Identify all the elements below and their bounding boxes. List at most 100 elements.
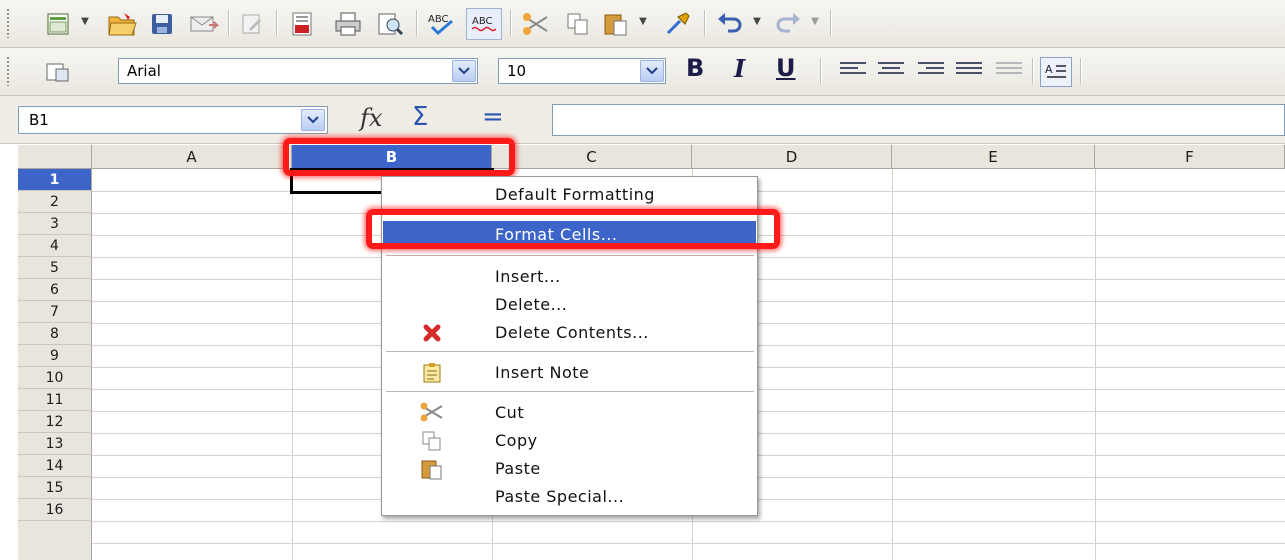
menu-item-paste[interactable]: Paste — [383, 455, 756, 483]
bold-button[interactable]: B — [686, 54, 704, 82]
row-header-filler — [18, 521, 92, 560]
menu-item-label: Default Formatting — [495, 185, 655, 204]
menu-item-label: Insert... — [495, 267, 561, 286]
email-document-icon[interactable] — [186, 8, 222, 40]
row-header-6[interactable]: 6 — [18, 279, 92, 301]
column-header-e[interactable]: E — [892, 145, 1095, 169]
menu-item-label: Copy — [495, 431, 538, 450]
menu-separator — [386, 391, 754, 392]
row-header-5[interactable]: 5 — [18, 257, 92, 279]
edit-file-icon[interactable] — [234, 8, 270, 40]
clone-formatting-icon[interactable] — [660, 8, 696, 40]
styles-formatting-icon[interactable] — [40, 56, 76, 88]
italic-button[interactable]: I — [734, 54, 745, 83]
chevron-down-icon[interactable] — [301, 109, 325, 131]
font-size-value: 10 — [507, 62, 527, 80]
copy-icon — [419, 429, 445, 453]
menu-item-default-formatting[interactable]: Default Formatting — [383, 181, 756, 209]
row-header-12[interactable]: 12 — [18, 411, 92, 433]
note-icon — [419, 361, 445, 385]
select-all-corner[interactable] — [18, 145, 92, 169]
formatting-toolbar: Arial 10 B I U A — [0, 48, 1285, 96]
new-document-icon[interactable] — [40, 8, 76, 40]
name-box[interactable]: B1 — [18, 106, 328, 134]
menu-item-delete-contents[interactable]: Delete Contents... — [383, 319, 756, 347]
menu-item-label: Paste — [495, 459, 541, 478]
export-pdf-icon[interactable] — [284, 8, 320, 40]
menu-item-insert-note[interactable]: Insert Note — [383, 359, 756, 387]
chevron-down-icon[interactable] — [640, 60, 664, 82]
row-header-7[interactable]: 7 — [18, 301, 92, 323]
row-header-2[interactable]: 2 — [18, 191, 92, 213]
gridline — [92, 543, 1285, 544]
function-button[interactable]: = — [482, 102, 504, 132]
underline-button[interactable]: U — [776, 54, 796, 82]
cut-icon[interactable] — [518, 8, 554, 40]
toolbar-grip[interactable] — [6, 8, 10, 38]
row-header-14[interactable]: 14 — [18, 455, 92, 477]
toolbar-grip[interactable] — [6, 56, 10, 86]
chevron-down-icon[interactable]: ▼ — [810, 16, 820, 27]
print-icon[interactable] — [330, 8, 366, 40]
menu-item-delete[interactable]: Delete... — [383, 291, 756, 319]
paste-icon — [419, 457, 445, 481]
menu-item-label: Delete... — [495, 295, 568, 314]
chevron-down-icon[interactable]: ▼ — [752, 16, 762, 27]
chevron-down-icon[interactable]: ▼ — [80, 16, 90, 27]
copy-icon[interactable] — [560, 8, 596, 40]
row-header-1[interactable]: 1 — [18, 169, 92, 191]
row-header-3[interactable]: 3 — [18, 213, 92, 235]
delete-x-icon — [419, 321, 445, 345]
cut-icon — [419, 401, 445, 425]
svg-text:A: A — [1045, 63, 1053, 76]
spellcheck-icon[interactable]: ABC — [424, 8, 460, 40]
align-left-icon[interactable] — [840, 62, 866, 80]
highlight-box — [366, 209, 780, 249]
menu-separator — [386, 255, 754, 256]
menu-item-copy[interactable]: Copy — [383, 427, 756, 455]
font-size-combo[interactable]: 10 — [498, 58, 666, 84]
font-name-combo[interactable]: Arial — [118, 58, 478, 84]
column-header-c[interactable]: C — [492, 145, 692, 169]
chevron-down-icon[interactable]: ▼ — [638, 16, 648, 27]
svg-text:ABC: ABC — [428, 14, 449, 25]
row-header-9[interactable]: 9 — [18, 345, 92, 367]
row-header-15[interactable]: 15 — [18, 477, 92, 499]
print-preview-icon[interactable] — [372, 8, 408, 40]
chevron-down-icon[interactable] — [452, 60, 476, 82]
font-name-value: Arial — [127, 62, 161, 80]
justify-icon[interactable] — [956, 62, 982, 80]
align-right-icon[interactable] — [918, 62, 944, 80]
wrap-text-icon[interactable]: A — [1040, 57, 1072, 87]
row-header-8[interactable]: 8 — [18, 323, 92, 345]
menu-item-paste-special[interactable]: Paste Special... — [383, 483, 756, 511]
menu-separator — [386, 351, 754, 352]
formula-input[interactable] — [552, 104, 1285, 136]
menu-item-cut[interactable]: Cut — [383, 399, 756, 427]
paste-icon[interactable] — [598, 8, 634, 40]
column-header-f[interactable]: F — [1095, 145, 1285, 169]
align-center-icon[interactable] — [878, 62, 904, 80]
menu-item-label: Paste Special... — [495, 487, 625, 506]
column-header-d[interactable]: D — [692, 145, 892, 169]
undo-icon[interactable] — [712, 8, 748, 40]
redo-icon[interactable] — [770, 8, 806, 40]
row-header-4[interactable]: 4 — [18, 235, 92, 257]
column-header-a[interactable]: A — [92, 145, 292, 169]
gridline — [892, 169, 893, 560]
row-header-10[interactable]: 10 — [18, 367, 92, 389]
name-box-value: B1 — [29, 111, 49, 129]
row-header-11[interactable]: 11 — [18, 389, 92, 411]
save-icon[interactable] — [144, 8, 180, 40]
function-wizard-button[interactable]: fx — [360, 104, 382, 132]
autospellcheck-icon[interactable]: ABC — [466, 8, 502, 40]
sum-button[interactable]: Σ — [412, 102, 428, 132]
gridline — [92, 521, 1285, 522]
merge-cells-icon[interactable] — [996, 62, 1022, 80]
open-folder-icon[interactable] — [104, 8, 140, 40]
standard-toolbar: ▼ ABC ABC ▼ ▼ ▼ — [0, 0, 1285, 48]
row-header-16[interactable]: 16 — [18, 499, 92, 521]
row-header-13[interactable]: 13 — [18, 433, 92, 455]
menu-item-label: Delete Contents... — [495, 323, 649, 342]
menu-item-insert[interactable]: Insert... — [383, 263, 756, 291]
